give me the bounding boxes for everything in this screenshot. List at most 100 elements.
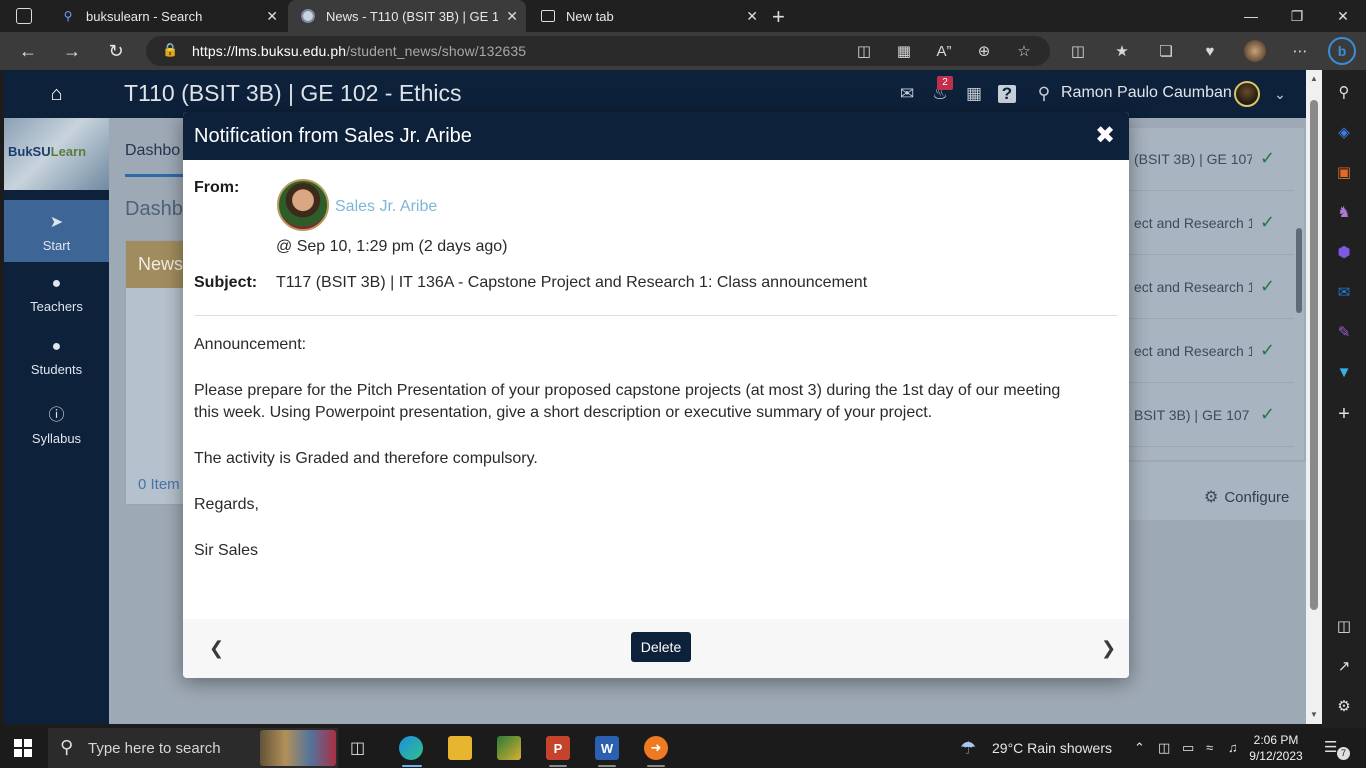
powerpoint-icon[interactable]: P — [546, 736, 570, 760]
tools-briefcase-icon[interactable]: ▣ — [1332, 160, 1356, 184]
page-scrollbar-thumb[interactable] — [1310, 100, 1318, 610]
close-tab-icon[interactable]: ✕ — [746, 8, 758, 25]
page-scrollbar[interactable]: ▲ ▼ — [1306, 70, 1322, 724]
forward-icon[interactable]: → — [58, 38, 86, 64]
zoom-icon[interactable]: ⊕ — [972, 39, 996, 63]
designer-icon[interactable]: ✎ — [1332, 320, 1356, 344]
delete-button[interactable]: Delete — [631, 632, 691, 662]
url-field[interactable]: 🔒 https://lms.buksu.edu.ph/student_news/… — [146, 36, 1050, 66]
copilot-icon[interactable]: ⬢ — [1332, 240, 1356, 264]
configure-button[interactable]: ⚙ Configure — [1204, 487, 1289, 507]
close-window-icon[interactable]: ✕ — [1320, 0, 1366, 32]
nav-item-label: Syllabus — [31, 431, 82, 446]
chevron-right-icon[interactable]: ❯ — [1101, 638, 1116, 659]
search-icon[interactable]: ⚲ — [1332, 80, 1356, 104]
list-scrollbar[interactable] — [1294, 128, 1304, 460]
volume-icon[interactable]: ♫ — [1228, 740, 1238, 755]
sent-date: @ Sep 10, 1:29 pm (2 days ago) — [276, 238, 508, 255]
tab-new[interactable]: New tab ✕ — [528, 0, 766, 32]
bing-copilot-icon[interactable]: b — [1328, 37, 1356, 65]
from-label: From: — [194, 179, 240, 196]
message-line: Regards, — [194, 496, 259, 513]
taskbar-search-input[interactable]: ⚲ Type here to search — [48, 728, 338, 768]
hide-sidebar-icon[interactable]: ◫ — [1332, 614, 1356, 638]
notification-count-badge: 2 — [937, 76, 953, 90]
tab-actions-icon[interactable] — [16, 8, 32, 24]
sender-avatar[interactable] — [277, 179, 329, 231]
app-icon[interactable] — [497, 736, 521, 760]
help-icon[interactable]: ? — [998, 84, 1016, 103]
weather-text[interactable]: 29°C Rain showers — [992, 740, 1112, 756]
list-scrollbar-thumb[interactable] — [1296, 228, 1302, 313]
list-item[interactable]: ect and Research 1 ✓ — [1128, 192, 1294, 255]
task-view-icon[interactable]: ◫ — [350, 738, 365, 758]
buksu-learn-logo[interactable]: BukSULearn — [4, 118, 109, 190]
tab-news[interactable]: News - T110 (BSIT 3B) | GE 102 - ✕ — [288, 0, 526, 32]
drop-icon[interactable]: ▼ — [1332, 360, 1356, 384]
home-icon[interactable]: ⌂ — [4, 70, 109, 118]
back-icon[interactable]: ← — [14, 38, 42, 64]
scroll-down-icon[interactable]: ▼ — [1310, 710, 1318, 719]
games-icon[interactable]: ♞ — [1332, 200, 1356, 224]
clock-date: 9/12/2023 — [1249, 749, 1303, 763]
chevron-down-icon[interactable]: ⌄ — [1269, 83, 1291, 105]
wifi-icon[interactable]: ≈ — [1206, 740, 1213, 755]
settings-gear-icon[interactable]: ⚙ — [1332, 694, 1356, 718]
mail-icon[interactable]: ✉ — [896, 83, 918, 105]
calendar-icon[interactable]: ▦ — [963, 83, 985, 105]
edge-app-icon[interactable] — [399, 736, 423, 760]
address-toolbar: ← → ↻ 🔒 https://lms.buksu.edu.ph/student… — [0, 32, 1366, 70]
search-icon[interactable]: ⚲ — [1033, 83, 1055, 105]
tab-search[interactable]: ⚲ buksulearn - Search ✕ — [48, 0, 286, 32]
notification-center-icon[interactable]: ☰ — [1324, 738, 1337, 756]
user-name[interactable]: Ramon Paulo Caumban — [1061, 84, 1232, 102]
avatar[interactable] — [1234, 81, 1260, 107]
newtab-icon — [540, 8, 556, 24]
device-icon[interactable]: ◫ — [1158, 740, 1170, 756]
list-item[interactable]: BSIT 3B) | GE 107 - ✓ — [1128, 384, 1294, 447]
clock[interactable]: 2:06 PM 9/12/2023 — [1246, 732, 1306, 764]
weather-rain-icon[interactable]: ☂ — [960, 738, 976, 759]
chevron-left-icon[interactable]: ❮ — [209, 638, 224, 659]
sender-link[interactable]: Sales Jr. Aribe — [335, 198, 437, 216]
close-tab-icon[interactable]: ✕ — [506, 8, 518, 25]
list-item[interactable]: (BSIT 3B) | GE 107 ✓ — [1128, 128, 1294, 191]
restore-icon[interactable]: ❐ — [1274, 0, 1320, 32]
read-aloud-icon[interactable]: A” — [932, 39, 956, 63]
new-tab-plus-icon[interactable]: + — [772, 4, 785, 30]
more-menu-icon[interactable]: ⋯ — [1288, 39, 1312, 63]
open-external-icon[interactable]: ↗ — [1332, 654, 1356, 678]
windows-start-icon[interactable] — [14, 739, 32, 757]
file-explorer-icon[interactable] — [448, 736, 472, 760]
minimize-icon[interactable]: — — [1228, 0, 1274, 32]
refresh-icon[interactable]: ↻ — [102, 38, 130, 64]
app-available-icon[interactable]: ◫ — [852, 39, 876, 63]
nav-item-start[interactable]: ➤ Start — [4, 200, 109, 262]
profile-avatar-icon[interactable] — [1244, 40, 1266, 62]
scroll-up-icon[interactable]: ▲ — [1310, 74, 1318, 83]
close-tab-icon[interactable]: ✕ — [266, 8, 278, 25]
word-icon[interactable]: W — [595, 736, 619, 760]
check-icon: ✓ — [1260, 212, 1276, 232]
chevron-up-icon[interactable]: ⌃ — [1134, 740, 1145, 756]
list-item[interactable]: ect and Research 1 ✓ — [1128, 256, 1294, 319]
favorites-icon[interactable]: ★ — [1110, 39, 1134, 63]
list-item[interactable]: ect and Research 1 ✓ — [1128, 320, 1294, 383]
battery-icon[interactable]: ▭ — [1182, 740, 1194, 756]
split-screen-icon[interactable]: ◫ — [1066, 39, 1090, 63]
nav-item-students[interactable]: ● Students — [4, 326, 109, 388]
nav-item-teachers[interactable]: ● Teachers — [4, 263, 109, 325]
search-highlight-image[interactable] — [260, 730, 336, 766]
logo-text-a: BukSU — [8, 144, 51, 159]
app-icon[interactable]: ➜ — [644, 736, 668, 760]
add-sidebar-app-icon[interactable]: + — [1332, 402, 1356, 426]
browser-essentials-icon[interactable]: ♥ — [1198, 39, 1222, 63]
dashboard-tab[interactable]: Dashbo — [125, 142, 180, 160]
nav-item-syllabus[interactable]: ⓘ Syllabus — [4, 389, 109, 451]
favorite-star-icon[interactable]: ☆ — [1012, 39, 1036, 63]
outlook-icon[interactable]: ✉ — [1332, 280, 1356, 304]
extensions-grid-icon[interactable]: ▦ — [892, 39, 916, 63]
collections-icon[interactable]: ❏ — [1154, 39, 1178, 63]
shopping-tag-icon[interactable]: ◈ — [1332, 120, 1356, 144]
close-icon[interactable]: ✖ — [1095, 121, 1115, 150]
